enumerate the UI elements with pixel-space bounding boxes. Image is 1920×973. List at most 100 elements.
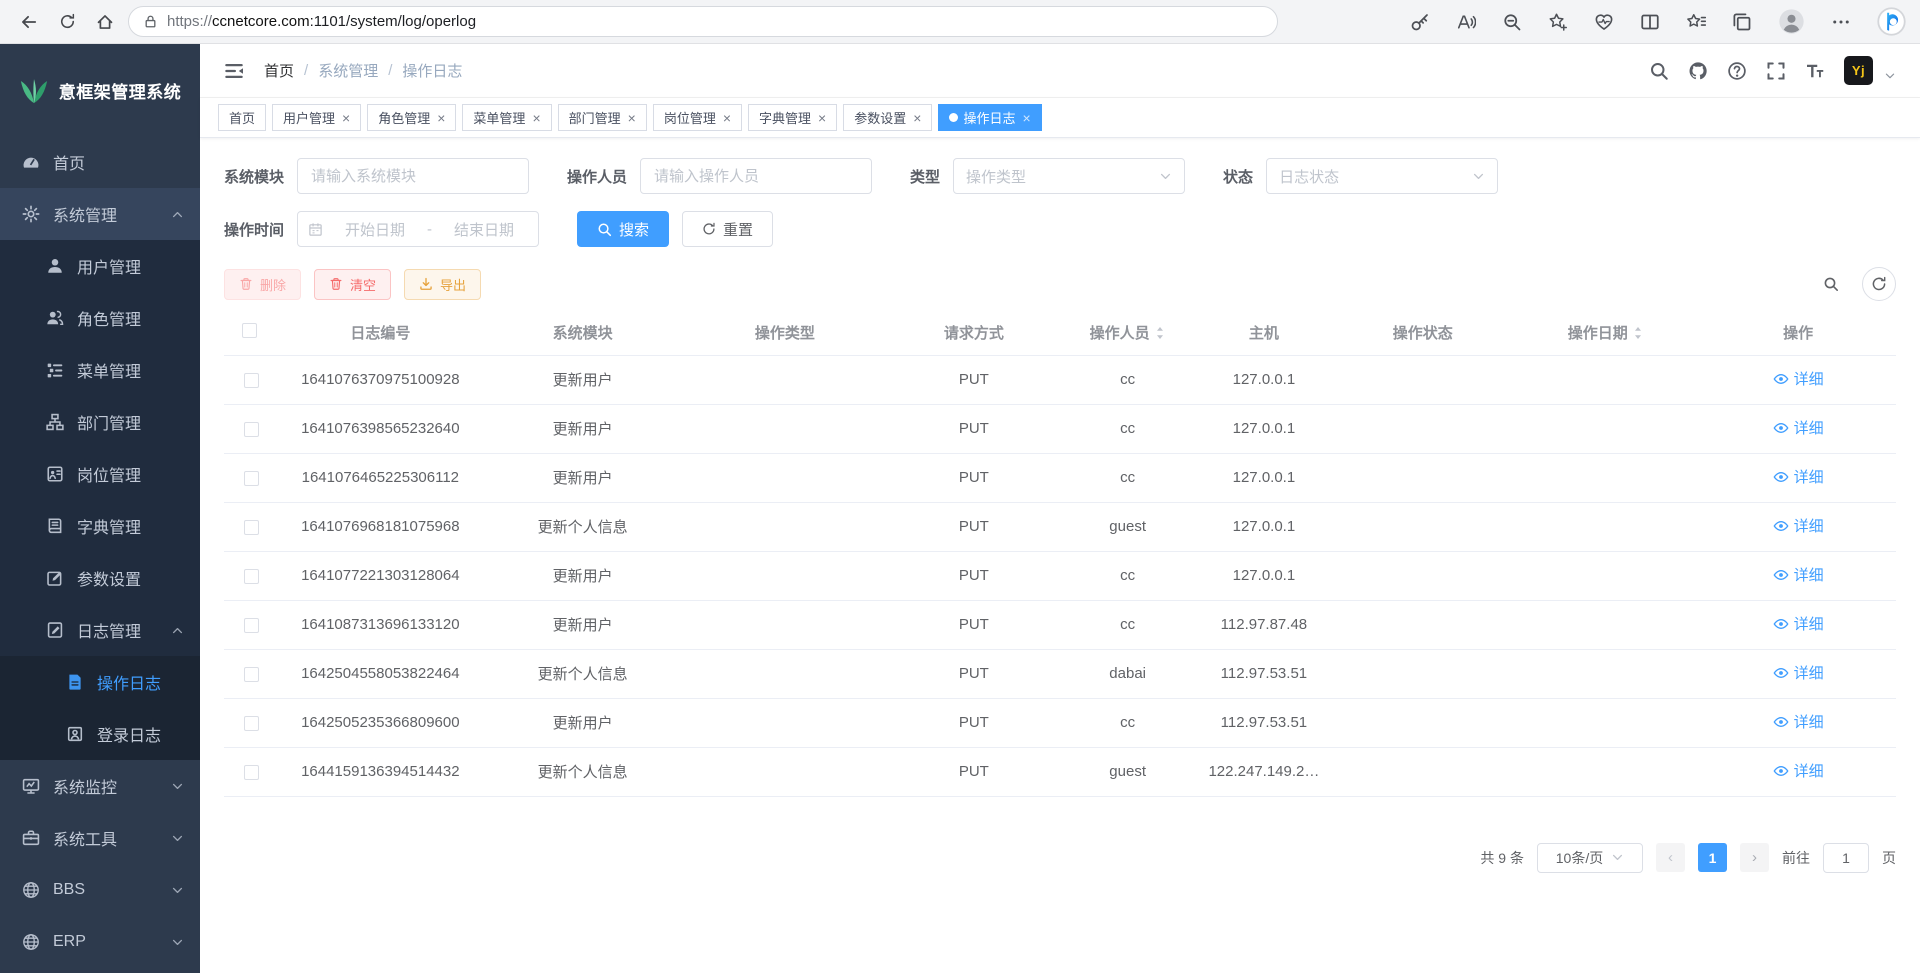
sidebar-item[interactable]: 字典管理 bbox=[0, 500, 200, 552]
add-favorite-icon[interactable] bbox=[1548, 12, 1568, 32]
help-icon[interactable] bbox=[1727, 61, 1747, 81]
favorites-icon[interactable] bbox=[1686, 12, 1706, 32]
sidebar-item[interactable]: 部门管理 bbox=[0, 396, 200, 448]
breadcrumb-item[interactable]: 操作日志 bbox=[402, 60, 462, 81]
collections-icon[interactable] bbox=[1732, 12, 1752, 32]
table-header-cell[interactable]: 请求方式 bbox=[886, 311, 1062, 355]
table-header-cell[interactable]: 操作人员 bbox=[1062, 311, 1194, 355]
table-header-cell[interactable] bbox=[224, 311, 279, 355]
copilot-icon[interactable] bbox=[1877, 7, 1906, 36]
detail-link[interactable]: 详细 bbox=[1773, 368, 1824, 389]
close-icon[interactable]: × bbox=[342, 111, 350, 125]
tab[interactable]: 用户管理 × bbox=[272, 104, 361, 131]
tab[interactable]: 部门管理 × bbox=[558, 104, 647, 131]
clear-button[interactable]: 清空 bbox=[314, 269, 391, 300]
sidebar-item[interactable]: 岗位管理 bbox=[0, 448, 200, 500]
sidebar-item[interactable]: 角色管理 bbox=[0, 292, 200, 344]
row-checkbox[interactable] bbox=[244, 422, 259, 437]
tab[interactable]: 参数设置 × bbox=[843, 104, 932, 131]
sidebar-item[interactable]: 菜单管理 bbox=[0, 344, 200, 396]
browser-home-button[interactable] bbox=[90, 7, 120, 37]
sidebar-item[interactable]: 参数设置 bbox=[0, 552, 200, 604]
row-checkbox[interactable] bbox=[244, 667, 259, 682]
browser-back-button[interactable] bbox=[14, 7, 44, 37]
goto-page-input[interactable] bbox=[1823, 843, 1869, 873]
module-input[interactable] bbox=[297, 158, 529, 194]
sidebar-item[interactable]: ERP bbox=[0, 916, 200, 968]
breadcrumb-item[interactable]: 首页 bbox=[264, 60, 294, 81]
close-icon[interactable]: × bbox=[437, 111, 445, 125]
fullscreen-icon[interactable] bbox=[1766, 61, 1786, 81]
font-size-icon[interactable] bbox=[1805, 61, 1825, 81]
sidebar-item[interactable]: BBS bbox=[0, 864, 200, 916]
github-icon[interactable] bbox=[1688, 61, 1708, 81]
tab[interactable]: 操作日志 × bbox=[938, 104, 1041, 131]
collapse-sidebar-button[interactable] bbox=[224, 60, 246, 82]
browser-profile-avatar[interactable] bbox=[1778, 8, 1805, 35]
detail-link[interactable]: 详细 bbox=[1773, 760, 1824, 781]
sidebar-item[interactable]: 登录日志 bbox=[0, 708, 200, 760]
tab[interactable]: 岗位管理 × bbox=[653, 104, 742, 131]
table-header-cell[interactable]: 主机 bbox=[1194, 311, 1334, 355]
prev-page-button[interactable]: ‹ bbox=[1656, 843, 1685, 872]
date-range-picker[interactable]: 开始日期 - 结束日期 bbox=[297, 211, 539, 247]
detail-link[interactable]: 详细 bbox=[1773, 466, 1824, 487]
row-checkbox[interactable] bbox=[244, 716, 259, 731]
page-number-1[interactable]: 1 bbox=[1698, 843, 1727, 872]
sidebar-item[interactable]: 系统监控 bbox=[0, 760, 200, 812]
operator-input[interactable] bbox=[640, 158, 872, 194]
table-header-cell[interactable]: 操作日期 bbox=[1511, 311, 1700, 355]
row-checkbox[interactable] bbox=[244, 373, 259, 388]
split-screen-icon[interactable] bbox=[1640, 12, 1660, 32]
more-menu-icon[interactable] bbox=[1831, 12, 1851, 32]
user-menu-caret-icon[interactable] bbox=[1884, 70, 1896, 82]
table-header-cell[interactable]: 系统模块 bbox=[481, 311, 683, 355]
password-key-icon[interactable] bbox=[1410, 12, 1430, 32]
close-icon[interactable]: × bbox=[723, 111, 731, 125]
toggle-search-button[interactable] bbox=[1814, 267, 1848, 301]
row-checkbox[interactable] bbox=[244, 520, 259, 535]
export-button[interactable]: 导出 bbox=[404, 269, 481, 300]
sidebar-item[interactable]: 系统工具 bbox=[0, 812, 200, 864]
type-select[interactable]: 操作类型 bbox=[953, 158, 1185, 194]
row-checkbox[interactable] bbox=[244, 765, 259, 780]
close-icon[interactable]: × bbox=[628, 111, 636, 125]
search-button[interactable]: 搜索 bbox=[577, 211, 669, 247]
table-header-cell[interactable]: 操作状态 bbox=[1334, 311, 1511, 355]
sidebar-item[interactable]: 首页 bbox=[0, 136, 200, 188]
detail-link[interactable]: 详细 bbox=[1773, 564, 1824, 585]
close-icon[interactable]: × bbox=[818, 111, 826, 125]
close-icon[interactable]: × bbox=[532, 111, 540, 125]
browser-essentials-icon[interactable] bbox=[1594, 12, 1614, 32]
sort-carets-icon[interactable] bbox=[1632, 326, 1644, 340]
sidebar-item[interactable]: 操作日志 bbox=[0, 656, 200, 708]
sidebar-item[interactable]: 日志管理 bbox=[0, 604, 200, 656]
address-bar[interactable]: https://ccnetcore.com:1101/system/log/op… bbox=[128, 6, 1278, 37]
select-all-checkbox[interactable] bbox=[242, 323, 257, 338]
page-size-select[interactable]: 10条/页 bbox=[1537, 843, 1643, 873]
tab[interactable]: 字典管理 × bbox=[748, 104, 837, 131]
table-header-cell[interactable]: 日志编号 bbox=[279, 311, 481, 355]
detail-link[interactable]: 详细 bbox=[1773, 515, 1824, 536]
delete-button[interactable]: 删除 bbox=[224, 269, 301, 300]
browser-reload-button[interactable] bbox=[52, 7, 82, 37]
sidebar-item[interactable]: Yi框架 bbox=[0, 968, 200, 973]
refresh-table-button[interactable] bbox=[1862, 267, 1896, 301]
status-select[interactable]: 日志状态 bbox=[1266, 158, 1498, 194]
zoom-out-icon[interactable] bbox=[1502, 12, 1522, 32]
sidebar-item[interactable]: 用户管理 bbox=[0, 240, 200, 292]
search-icon[interactable] bbox=[1649, 61, 1669, 81]
close-icon[interactable]: × bbox=[913, 111, 921, 125]
table-header-cell[interactable]: 操作类型 bbox=[684, 311, 886, 355]
table-header-cell[interactable]: 操作 bbox=[1700, 311, 1896, 355]
sidebar-item[interactable]: 系统管理 bbox=[0, 188, 200, 240]
tab[interactable]: 首页 bbox=[218, 104, 266, 131]
user-avatar[interactable]: Yj bbox=[1844, 56, 1873, 85]
breadcrumb-item[interactable]: 系统管理 bbox=[318, 60, 378, 81]
sort-carets-icon[interactable] bbox=[1154, 326, 1166, 340]
tab[interactable]: 角色管理 × bbox=[367, 104, 456, 131]
row-checkbox[interactable] bbox=[244, 618, 259, 633]
next-page-button[interactable]: › bbox=[1740, 843, 1769, 872]
detail-link[interactable]: 详细 bbox=[1773, 417, 1824, 438]
row-checkbox[interactable] bbox=[244, 569, 259, 584]
